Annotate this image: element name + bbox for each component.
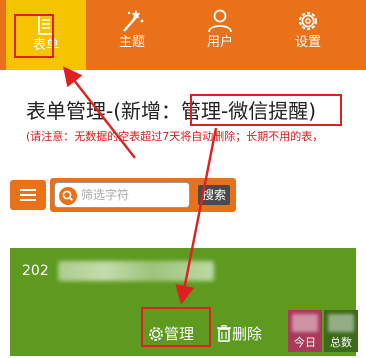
today-count-badge: 今日: [288, 310, 322, 352]
nav-item-settings[interactable]: 设置: [272, 0, 344, 70]
trash-icon: [216, 325, 232, 347]
page-notice: (请注意：无数据的空表超过7天将自动删除；长期不用的表，: [26, 130, 324, 143]
menu-button[interactable]: [10, 180, 46, 210]
hamburger-icon: [20, 194, 36, 196]
nav-item-settings-label: 设置: [294, 35, 321, 50]
redacted-today-count: [292, 314, 318, 332]
search-field[interactable]: [54, 182, 190, 208]
hamburger-icon: [20, 189, 36, 191]
redacted-total-count: [328, 314, 354, 332]
total-count-badge: 总数: [324, 310, 358, 352]
delete-button[interactable]: 删除: [216, 324, 262, 347]
nav-item-theme-label: 主题: [118, 35, 145, 50]
delete-label: 删除: [232, 325, 263, 343]
highlight-box-manage-button: [141, 307, 211, 347]
search-button[interactable]: 搜索: [198, 185, 230, 205]
nav-item-theme[interactable]: 主题: [96, 0, 168, 70]
search-bar: 搜索: [50, 178, 236, 212]
redacted-form-name: [58, 261, 214, 281]
nav-item-user[interactable]: 用户: [184, 0, 256, 70]
search-icon: [59, 187, 77, 205]
gear-icon: [272, 9, 344, 33]
search-input[interactable]: [81, 185, 185, 205]
magic-wand-icon: [96, 9, 168, 33]
total-label: 总数: [330, 336, 352, 349]
highlight-box-form-tab: [14, 14, 54, 58]
form-card-title: 202: [22, 263, 49, 279]
nav-item-user-label: 用户: [206, 35, 233, 50]
highlight-box-title-manage: [190, 94, 342, 126]
top-nav-bar: 表单 主题 用户 设置: [0, 0, 366, 70]
today-label: 今日: [294, 336, 316, 349]
hamburger-icon: [20, 199, 36, 201]
user-icon: [184, 9, 256, 33]
